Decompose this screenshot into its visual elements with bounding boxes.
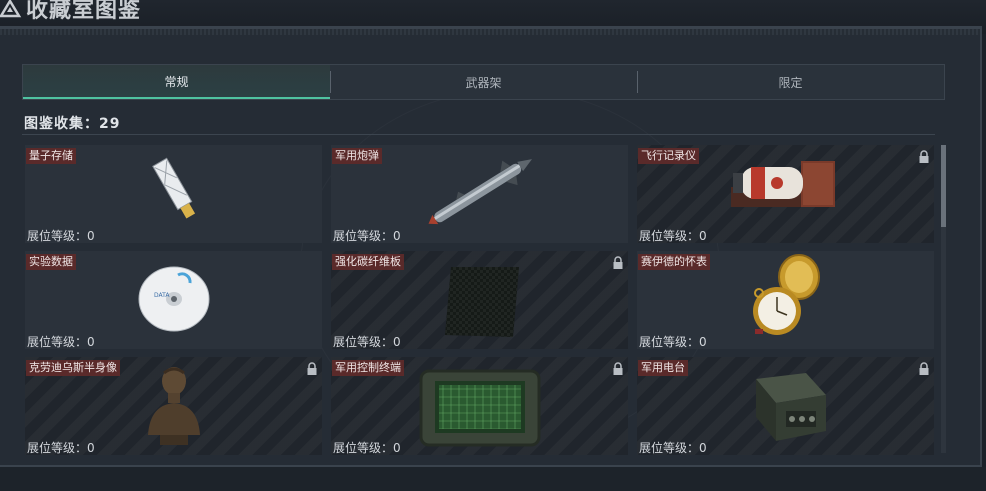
- item-card-control-terminal[interactable]: 军用控制终端 展位等级：0: [331, 357, 628, 455]
- bottom-strip: [0, 467, 986, 491]
- card-name: 军用电台: [638, 360, 688, 376]
- disc-icon: DATA: [138, 266, 209, 332]
- card-level: 展位等级：0: [333, 335, 401, 349]
- card-level: 展位等级：0: [27, 441, 95, 455]
- card-name: 量子存储: [26, 148, 76, 164]
- radio-icon: [755, 373, 826, 441]
- card-level: 展位等级：0: [333, 441, 401, 455]
- bust-icon: [147, 367, 200, 445]
- item-card-military-shell[interactable]: 军用炮弹 展位等级：0: [331, 145, 628, 243]
- card-name: 赛伊德的怀表: [638, 254, 710, 270]
- card-level: 展位等级：0: [27, 229, 95, 243]
- card-level: 展位等级：0: [333, 229, 401, 243]
- scroll-thumb[interactable]: [941, 145, 946, 227]
- item-card-quantum-storage[interactable]: 量子存储 展位等级：0: [25, 145, 322, 243]
- carbon-plate-icon: [444, 267, 519, 337]
- window-title: 收藏室图鉴: [26, 0, 142, 23]
- card-level: 展位等级：0: [639, 229, 707, 243]
- card-name: 克劳迪乌斯半身像: [26, 360, 120, 376]
- item-card-pocket-watch[interactable]: 赛伊德的怀表 展位等级：0: [637, 251, 934, 349]
- collection-count: 图鉴收集：29: [24, 116, 121, 132]
- card-name: 飞行记录仪: [638, 148, 699, 164]
- item-card-flight-recorder[interactable]: 飞行记录仪 展位等级：0: [637, 145, 934, 243]
- pocket-watch-icon: [752, 254, 820, 335]
- card-name: 强化碳纤维板: [332, 254, 404, 270]
- card-level: 展位等级：0: [639, 335, 707, 349]
- item-card-claudius-bust[interactable]: 克劳迪乌斯半身像 展位等级：0: [25, 357, 322, 455]
- item-grid: 量子存储 展位等级：0 军用炮弹 展位等级：0 飞行记录仪 展位等级：0 DAT…: [25, 145, 934, 455]
- divider: [22, 134, 935, 135]
- lock-icon: [613, 362, 623, 375]
- lock-icon: [919, 362, 929, 375]
- lock-icon: [919, 150, 929, 163]
- item-card-experiment-data[interactable]: DATA 实验数据 展位等级：0: [25, 251, 322, 349]
- tab-regular[interactable]: 常规: [23, 65, 330, 99]
- lock-icon: [613, 256, 623, 269]
- tab-bar: 常规 武器架 限定: [22, 64, 945, 100]
- tab-weapon-rack[interactable]: 武器架: [330, 65, 637, 99]
- item-card-carbon-fiber-plate[interactable]: 强化碳纤维板 展位等级：0: [331, 251, 628, 349]
- usb-drive-icon: [151, 157, 195, 219]
- control-terminal-icon: [419, 369, 540, 447]
- flight-recorder-icon: [730, 161, 835, 207]
- card-name: 军用控制终端: [332, 360, 404, 376]
- title-bar: 收藏室图鉴: [0, 0, 986, 24]
- svg-text:DATA: DATA: [154, 292, 170, 299]
- card-level: 展位等级：0: [27, 335, 95, 349]
- lock-icon: [307, 362, 317, 375]
- tab-limited[interactable]: 限定: [637, 65, 944, 99]
- card-name: 实验数据: [26, 254, 76, 270]
- card-name: 军用炮弹: [332, 148, 382, 164]
- missile-icon: [428, 159, 532, 225]
- card-level: 展位等级：0: [639, 441, 707, 455]
- item-card-military-radio[interactable]: 军用电台 展位等级：0: [637, 357, 934, 455]
- scrollbar[interactable]: [941, 145, 946, 453]
- triangle-logo-icon: [0, 0, 22, 18]
